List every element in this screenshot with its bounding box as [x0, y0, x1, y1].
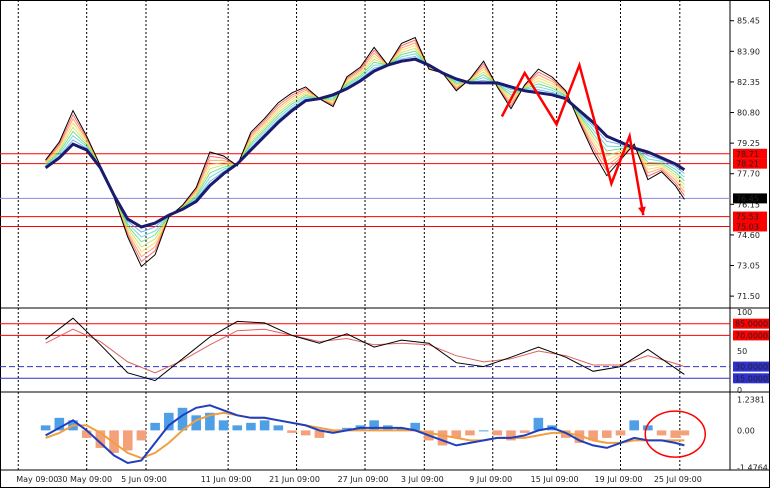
time-tick-label: 30 May 09:00: [57, 475, 112, 484]
macd-histogram-bar: [465, 430, 475, 436]
macd-histogram-bar: [300, 430, 311, 436]
macd-histogram-bar: [519, 430, 530, 433]
level-label-text: 78.21: [736, 160, 759, 169]
price-tick-label: 82.35: [737, 78, 760, 87]
macd-histogram-bar: [164, 412, 174, 431]
oscillator-tick-label: 100: [737, 308, 752, 317]
price-tick-label: 74.60: [737, 231, 760, 240]
macd-tick-label: -1.4764: [737, 463, 768, 472]
level-label-text: 78.71: [736, 150, 759, 159]
current-price-text: 76.45: [736, 194, 759, 203]
macd-histogram-bar: [136, 430, 147, 441]
macd-histogram-bar: [246, 422, 256, 431]
macd-histogram-bar: [437, 430, 448, 446]
macd-histogram-bar: [287, 430, 297, 433]
oscillator-level-text: 85.0000: [735, 320, 768, 329]
macd-histogram-bar: [615, 430, 626, 436]
time-tick-label: 27 Jun 09:00: [338, 475, 389, 484]
macd-histogram-bar: [232, 425, 243, 431]
macd-histogram-bar: [259, 420, 270, 431]
macd-histogram-bar: [273, 425, 284, 431]
oscillator-tick-label: 0: [737, 386, 742, 395]
price-tick-label: 80.80: [737, 109, 760, 118]
oscillator-level-text: 70.0000: [735, 331, 768, 340]
macd-histogram-bar: [670, 430, 681, 438]
macd-histogram-bar: [478, 430, 489, 432]
price-tick-label: 71.50: [737, 292, 760, 301]
chart-svg: May 09:0030 May 09:00 5 Jun 09:00 11 Jun 0…: [0, 0, 770, 488]
price-tick-label: 79.25: [737, 139, 760, 148]
macd-histogram-bar: [533, 417, 544, 431]
time-tick-label: May 09:00: [16, 475, 58, 484]
macd-histogram-bar: [629, 420, 639, 431]
macd-histogram-bar: [40, 425, 51, 431]
macd-histogram-bar: [122, 430, 133, 451]
time-tick-label: 3 Jul 09:00: [401, 475, 444, 484]
time-tick-label: 5 Jun 09:00: [121, 475, 167, 484]
oscillator-level-text: 15.0000: [735, 374, 768, 383]
time-tick-label: 15 Jul 09:00: [531, 475, 579, 484]
macd-histogram-bar: [506, 430, 516, 441]
time-tick-label: 19 Jul 09:00: [595, 475, 643, 484]
macd-histogram-bar: [218, 420, 229, 431]
time-tick-label: 21 Jun 09:00: [269, 475, 320, 484]
macd-histogram-bar: [656, 430, 667, 436]
oscillator-level-text: 30.0000: [735, 363, 768, 372]
price-tick-label: 73.05: [737, 262, 760, 271]
macd-tick-label: 1.2381: [737, 395, 765, 404]
level-label-text: 75.03: [736, 222, 759, 231]
macd-histogram-bar: [602, 430, 612, 438]
time-tick-label: 25 Jul 09:00: [654, 475, 702, 484]
macd-histogram-bar: [150, 422, 160, 431]
price-tick-label: 83.90: [737, 47, 760, 56]
price-tick-label: 85.45: [737, 17, 760, 26]
macd-histogram-bar: [492, 430, 503, 436]
chart-root: May 09:00 30 May 09:00 5 Jun 09:00 11 Jun 0…: [0, 0, 770, 488]
price-tick-label: 77.70: [737, 170, 760, 179]
time-tick-label: 9 Jul 09:00: [469, 475, 512, 484]
macd-histogram-bar: [679, 430, 690, 436]
level-label-text: 75.53: [736, 213, 759, 222]
oscillator-tick-label: 50: [737, 347, 747, 356]
outer-frame: [0, 0, 770, 488]
time-tick-label: 11 Jun 09:00: [201, 475, 252, 484]
macd-tick-label: 0.00: [737, 426, 755, 435]
